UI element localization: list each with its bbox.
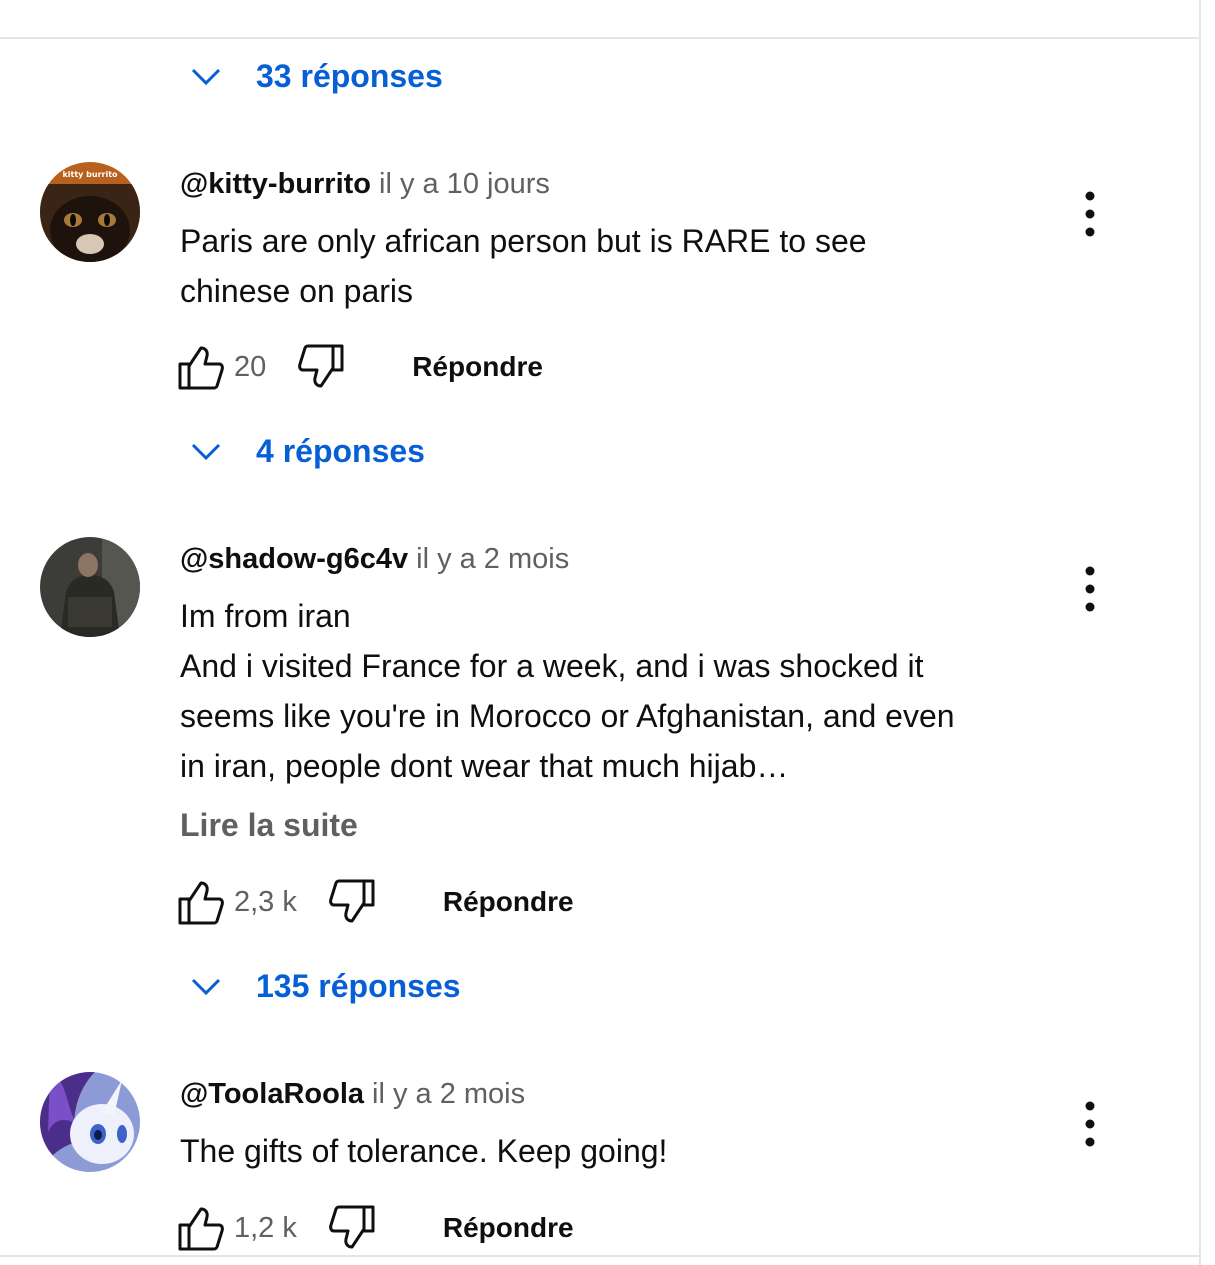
like-count: 2,3 k [234, 885, 297, 918]
comment-text: Im from iran And i visited France for a … [180, 591, 1040, 791]
svg-text:kitty burrito: kitty burrito [62, 170, 118, 179]
comment-line: seems like you're in Morocco or Afghanis… [180, 698, 955, 734]
replies-toggle[interactable]: 135 réponses [186, 966, 461, 1006]
comment-line: chinese on paris [180, 273, 414, 309]
more-actions-button[interactable] [1070, 1100, 1110, 1148]
comment-header: @kitty-burrito il y a 10 jours [180, 168, 550, 201]
comment-actions: 1,2 k Répondre [172, 1203, 574, 1253]
timestamp[interactable]: il y a 2 mois [372, 1078, 525, 1110]
thumbs-down-icon [329, 1205, 375, 1249]
comment-header: @shadow-g6c4v il y a 2 mois [180, 543, 569, 576]
comment-line: in iran, people dont wear that much hija… [180, 748, 789, 784]
more-actions-button[interactable] [1070, 190, 1110, 238]
comment-line: Paris are only african person but is RAR… [180, 223, 867, 259]
comment-text: The gifts of tolerance. Keep going! [180, 1126, 1040, 1176]
avatar[interactable] [40, 537, 140, 637]
comment-actions: 2,3 k Répondre [172, 877, 574, 927]
dislike-button[interactable] [325, 1203, 381, 1253]
like-count: 1,2 k [234, 1211, 297, 1244]
like-button[interactable] [172, 342, 228, 392]
comment-actions: 20 Répondre [172, 342, 543, 392]
divider [0, 37, 1200, 39]
thumbs-down-icon [298, 344, 344, 388]
dislike-button[interactable] [325, 877, 381, 927]
chevron-down-icon [191, 978, 221, 996]
comments-panel: 33 réponses kitty burrito @kitty-burrito… [0, 0, 1215, 1265]
thumbs-up-icon [178, 1207, 224, 1251]
divider [0, 1255, 1200, 1257]
timestamp[interactable]: il y a 2 mois [416, 543, 569, 575]
reply-button[interactable]: Répondre [412, 351, 543, 383]
author-name[interactable]: @shadow-g6c4v [180, 543, 408, 575]
like-button[interactable] [172, 877, 228, 927]
read-more-link[interactable]: Lire la suite [180, 807, 358, 844]
more-vert-icon [1085, 1101, 1095, 1147]
comment-text: Paris are only african person but is RAR… [180, 216, 1040, 316]
replies-toggle[interactable]: 33 réponses [186, 56, 443, 96]
avatar[interactable] [40, 1072, 140, 1172]
reply-button[interactable]: Répondre [443, 886, 574, 918]
comment-line: The gifts of tolerance. Keep going! [180, 1133, 668, 1169]
scrollbar-track[interactable] [1199, 0, 1201, 1265]
comment-line: And i visited France for a week, and i w… [180, 648, 924, 684]
chevron-down-icon [191, 443, 221, 461]
chevron-down-icon [191, 68, 221, 86]
replies-toggle[interactable]: 4 réponses [186, 431, 425, 471]
replies-count: 33 réponses [256, 57, 443, 94]
timestamp[interactable]: il y a 10 jours [379, 168, 550, 200]
like-button[interactable] [172, 1203, 228, 1253]
replies-count: 4 réponses [256, 432, 425, 469]
reply-button[interactable]: Répondre [443, 1212, 574, 1244]
replies-count: 135 réponses [256, 967, 461, 1004]
author-name[interactable]: @ToolaRoola [180, 1078, 364, 1110]
author-name[interactable]: @kitty-burrito [180, 168, 371, 200]
comment-line: Im from iran [180, 598, 351, 634]
thumbs-up-icon [178, 881, 224, 925]
more-vert-icon [1085, 191, 1095, 237]
more-actions-button[interactable] [1070, 565, 1110, 613]
more-vert-icon [1085, 566, 1095, 612]
dislike-button[interactable] [294, 342, 350, 392]
comment-header: @ToolaRoola il y a 2 mois [180, 1078, 525, 1111]
avatar[interactable]: kitty burrito [40, 162, 140, 262]
thumbs-up-icon [178, 346, 224, 390]
like-count: 20 [234, 350, 267, 383]
thumbs-down-icon [329, 879, 375, 923]
